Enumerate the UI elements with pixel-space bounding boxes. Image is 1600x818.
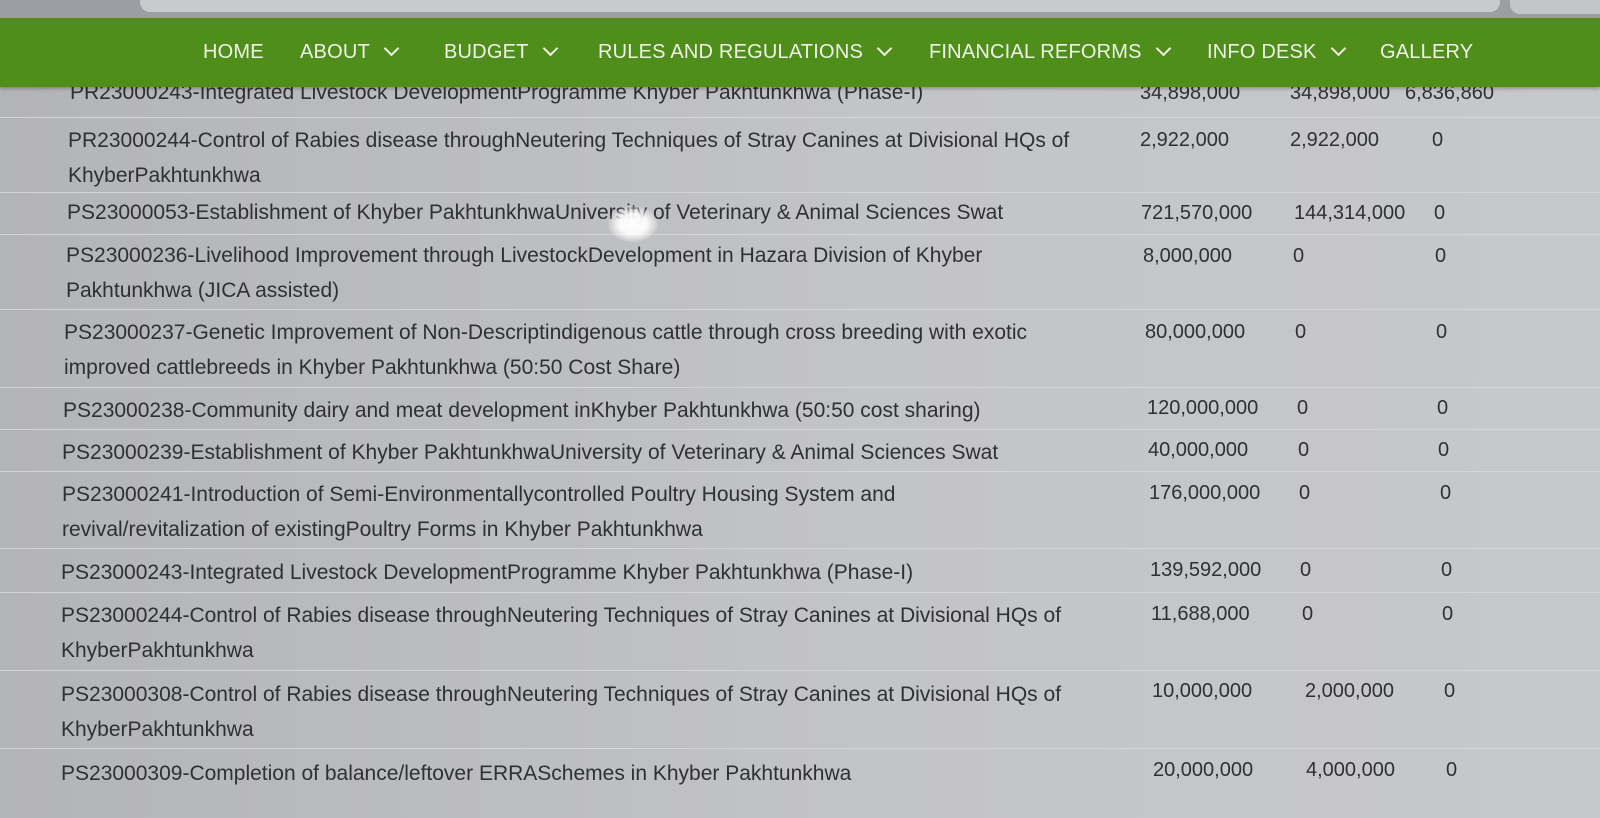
project-description: PR23000244-Control of Rabies disease thr… [68,129,1070,187]
value-col-3: 0 [1442,603,1454,625]
table-row: PS23000241-Introduction of Semi-Environm… [0,471,1600,549]
value-col-3: 0 [1446,759,1458,781]
value-col-1: 176,000,000 [1149,482,1261,504]
value-col-1: 11,688,000 [1151,603,1250,625]
project-description: PS23000236-Livelihood Improvement throug… [66,244,983,302]
browser-address-bar[interactable] [140,0,1500,12]
nav-financial-reforms-label: FINANCIAL REFORMS [929,40,1142,63]
project-description: PS23000239-Establishment of Khyber Pakht… [62,441,999,464]
browser-top-strip [0,0,1600,18]
value-col-2: 0 [1297,397,1309,419]
nav-info-desk-label: INFO DESK [1207,40,1317,63]
value-col-2: 2,000,000 [1305,680,1394,702]
table-row: PS23000244-Control of Rabies disease thr… [0,592,1600,671]
value-col-3: 0 [1437,397,1449,419]
chevron-down-icon [1155,40,1171,56]
chevron-down-icon [1330,40,1346,56]
value-col-3: 0 [1441,559,1453,581]
project-description: PS23000308-Control of Rabies disease thr… [61,683,1062,741]
value-col-2: 4,000,000 [1306,759,1395,781]
value-col-1: 2,922,000 [1140,129,1229,151]
value-col-3: 0 [1440,482,1452,504]
table-row: PS23000053-Establishment of Khyber Pakht… [0,192,1600,235]
nav-gallery[interactable]: GALLERY [1380,40,1473,64]
value-col-3: 0 [1434,202,1446,224]
main-navbar: HOME ABOUT BUDGET RULES AND REGULATIONS … [0,18,1600,87]
value-col-1: 80,000,000 [1145,321,1246,343]
nav-info-desk[interactable]: INFO DESK [1207,40,1346,64]
project-description: PS23000238-Community dairy and meat deve… [63,399,981,422]
nav-rules-and-regulations[interactable]: RULES AND REGULATIONS [598,40,893,64]
value-col-3: 0 [1432,129,1444,151]
nav-financial-reforms[interactable]: FINANCIAL REFORMS [929,40,1171,64]
value-col-1: 721,570,000 [1141,202,1253,224]
table-row: PS23000236-Livelihood Improvement throug… [0,234,1600,310]
nav-gallery-label: GALLERY [1380,40,1474,63]
value-col-2: 0 [1302,603,1314,625]
value-col-1: 120,000,000 [1147,397,1259,419]
table-row: PS23000243-Integrated Livestock Developm… [0,548,1600,593]
value-col-1: 139,592,000 [1150,559,1262,581]
table-row: PS23000308-Control of Rabies disease thr… [0,670,1600,749]
value-col-3: 0 [1444,680,1456,702]
chevron-down-icon [542,40,558,56]
value-col-3: 0 [1436,321,1448,343]
value-col-2: 0 [1295,321,1307,343]
value-col-1: 10,000,000 [1152,680,1253,702]
chevron-down-icon [383,40,400,56]
nav-home[interactable]: HOME [203,40,264,64]
nav-rules-label: RULES AND REGULATIONS [598,40,864,63]
value-col-2: 0 [1300,559,1312,581]
project-description: PS23000241-Introduction of Semi-Environm… [62,483,896,541]
value-col-3: 6,836,860 [1405,87,1494,104]
value-col-3: 0 [1435,245,1447,267]
value-col-2: 144,314,000 [1294,202,1406,224]
nav-budget-label: BUDGET [444,40,529,63]
project-description: PS23000237-Genetic Improvement of Non-De… [64,321,1028,379]
value-col-1: 34,898,000 [1140,87,1241,104]
table-row: PS23000309-Completion of balance/leftove… [0,748,1600,818]
project-description: PS23000244-Control of Rabies disease thr… [61,604,1062,662]
nav-budget[interactable]: BUDGET [444,40,558,64]
value-col-2: 0 [1299,482,1311,504]
value-col-1: 8,000,000 [1143,245,1232,267]
value-col-2: 2,922,000 [1290,129,1379,151]
table-row: PS23000237-Genetic Improvement of Non-De… [0,309,1600,388]
value-col-2: 0 [1298,439,1310,461]
project-description: PR23000243-Integrated Livestock Developm… [70,87,924,104]
value-col-2: 0 [1293,245,1305,267]
value-col-2: 34,898,000 [1290,87,1391,104]
value-col-1: 40,000,000 [1148,439,1249,461]
nav-about[interactable]: ABOUT [300,40,400,64]
project-description: PS23000243-Integrated Livestock Developm… [61,561,914,584]
table-row: PR23000243-Integrated Livestock Developm… [0,87,1600,117]
table-row: PS23000239-Establishment of Khyber Pakht… [0,429,1600,472]
nav-home-label: HOME [203,40,264,63]
value-col-1: 20,000,000 [1153,759,1254,781]
screen-glare [608,206,658,242]
project-description: PS23000053-Establishment of Khyber Pakht… [67,201,1004,224]
projects-table: PR23000243-Integrated Livestock Developm… [0,87,1600,818]
table-row: PS23000238-Community dairy and meat deve… [0,387,1600,430]
table-row: PR23000244-Control of Rabies disease thr… [0,117,1600,193]
chevron-down-icon [876,40,893,56]
nav-about-label: ABOUT [300,40,370,63]
browser-toolbar-button[interactable] [1510,0,1600,14]
project-description: PS23000309-Completion of balance/leftove… [61,762,852,785]
value-col-3: 0 [1438,439,1450,461]
